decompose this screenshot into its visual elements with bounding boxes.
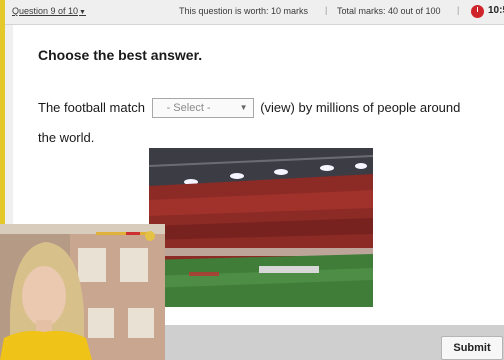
question-navigator[interactable]: Question 9 of 10▼ xyxy=(12,6,86,16)
stadium-image xyxy=(149,148,373,307)
question-worth: This question is worth: 10 marks xyxy=(179,6,309,16)
webcam-preview xyxy=(0,224,165,360)
question-nav-label: Question 9 of 10 xyxy=(12,6,79,16)
chevron-down-icon: ▼ xyxy=(79,9,86,16)
quiz-window: Question 9 of 10▼ This question is worth… xyxy=(0,0,504,360)
timer-readout: 10:56 xyxy=(488,5,504,16)
total-marks: Total marks: 40 out of 100 xyxy=(337,6,441,16)
header-separator: | xyxy=(457,5,460,15)
timer-icon xyxy=(471,5,484,18)
question-sentence: The football match - Select - ▼ (view) b… xyxy=(38,93,478,153)
chevron-down-icon: ▼ xyxy=(239,102,248,112)
sentence-before-text: The football match xyxy=(38,100,145,115)
answer-select[interactable]: - Select - ▼ xyxy=(151,97,254,118)
smiley-icon xyxy=(145,231,155,241)
question-instruction: Choose the best answer. xyxy=(38,47,203,63)
header-separator: | xyxy=(325,5,328,15)
submit-button[interactable]: Submit xyxy=(441,336,503,360)
header-bar: Question 9 of 10▼ This question is worth… xyxy=(5,0,504,25)
answer-select-value: - Select - xyxy=(166,101,211,114)
